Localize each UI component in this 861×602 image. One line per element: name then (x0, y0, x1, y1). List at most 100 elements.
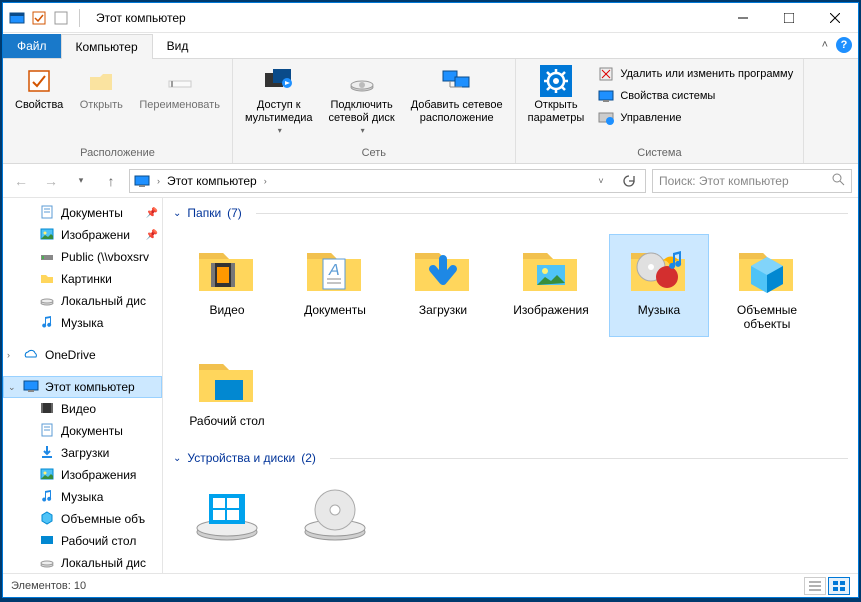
qat-new-folder-icon[interactable] (53, 10, 69, 26)
tab-file[interactable]: Файл (3, 34, 61, 58)
drives-grid (173, 469, 848, 559)
collapse-icon[interactable]: ⌄ (8, 382, 16, 393)
sidebar-item-quick[interactable]: Локальный дис (3, 290, 162, 312)
manage-icon (598, 110, 614, 126)
uninstall-program-button[interactable]: Удалить или изменить программу (594, 63, 797, 85)
folder-down-icon (407, 239, 479, 299)
group-system-title: Система (522, 145, 798, 161)
folder-item[interactable]: Объемные объекты (717, 234, 817, 337)
group-header-drives[interactable]: ⌄ Устройства и диски (2) (173, 443, 848, 469)
sidebar-item[interactable]: Рабочий стол (3, 530, 162, 552)
nav-recent-button[interactable]: ▾ (69, 169, 93, 193)
addr-root-chevron-icon[interactable]: › (154, 176, 163, 186)
rename-icon (164, 65, 196, 97)
disk-icon (39, 292, 55, 311)
net-icon (39, 248, 55, 267)
map-drive-button[interactable]: Подключить сетевой диск▾ (323, 63, 401, 137)
maximize-button[interactable] (766, 3, 812, 33)
media-icon (263, 65, 295, 97)
sidebar-item[interactable]: Документы (3, 420, 162, 442)
help-icon[interactable]: ? (836, 37, 852, 53)
qat-properties-icon[interactable] (31, 10, 47, 26)
sidebar-item[interactable]: Локальный дис (3, 552, 162, 573)
search-input[interactable]: Поиск: Этот компьютер (652, 169, 852, 193)
sidebar-item[interactable]: Музыка (3, 486, 162, 508)
sidebar-item[interactable]: Объемные объ (3, 508, 162, 530)
pic-icon (39, 466, 55, 485)
view-large-icons-button[interactable] (828, 577, 850, 595)
folder-item[interactable]: Загрузки (393, 234, 493, 337)
tab-computer[interactable]: Компьютер (61, 34, 153, 59)
drive-local[interactable] (177, 479, 277, 549)
ribbon-tabs: Файл Компьютер Вид ˄ ? (3, 33, 858, 59)
network-location-icon (441, 65, 473, 97)
folder-item[interactable]: Рабочий стол (177, 345, 277, 433)
rename-button: Переименовать (133, 63, 226, 114)
sidebar-item-onedrive[interactable]: › OneDrive (3, 344, 162, 366)
view-details-button[interactable] (804, 577, 826, 595)
drive-cd[interactable] (285, 479, 385, 549)
title-bar: Этот компьютер (3, 3, 858, 33)
sidebar-item-quick[interactable]: Public (\\vboxsrv (3, 246, 162, 268)
chevron-down-icon: ▾ (278, 126, 282, 135)
svg-text:A: A (328, 262, 340, 279)
sidebar-item[interactable]: Изображения (3, 464, 162, 486)
open-settings-button[interactable]: Открыть параметры (522, 63, 591, 126)
address-bar: ← → ▾ ↑ › Этот компьютер › ˅ Поиск: Этот… (3, 164, 858, 198)
sidebar-item-quick[interactable]: Документы📌 (3, 202, 162, 224)
folder-item[interactable]: Изображения (501, 234, 601, 337)
disk-icon (39, 554, 55, 573)
sidebar-item-quick[interactable]: Изображени📌 (3, 224, 162, 246)
folder-item[interactable]: AДокументы (285, 234, 385, 337)
sidebar-item[interactable]: Видео (3, 398, 162, 420)
sidebar-item-quick[interactable]: Музыка (3, 312, 162, 334)
folder-pic-icon (515, 239, 587, 299)
pc-icon (134, 173, 150, 189)
folder-doc-icon: A (299, 239, 371, 299)
group-network-title: Сеть (239, 145, 509, 161)
manage-button[interactable]: Управление (594, 107, 797, 129)
expand-icon[interactable]: › (7, 350, 10, 360)
3d-icon (39, 510, 55, 529)
properties-button[interactable]: Свойства (9, 63, 69, 114)
ribbon-group-network: Доступ к мультимедиа▾ Подключить сетевой… (233, 59, 516, 163)
close-button[interactable] (812, 3, 858, 33)
system-properties-button[interactable]: Свойства системы (594, 85, 797, 107)
status-item-count: Элементов: 10 (11, 580, 86, 592)
system-props-icon (598, 88, 614, 104)
group-location-title: Расположение (9, 145, 226, 161)
folder-music-icon (623, 239, 695, 299)
navigation-pane: Документы📌Изображени📌Public (\\vboxsrvКа… (3, 198, 163, 573)
add-network-location-button[interactable]: Добавить сетевое расположение (405, 63, 509, 126)
nav-forward-button[interactable]: → (39, 169, 63, 193)
sidebar-item-this-pc[interactable]: ⌄ Этот компьютер (3, 376, 162, 398)
group-header-folders[interactable]: ⌄ Папки (7) (173, 198, 848, 224)
sidebar-item[interactable]: Загрузки (3, 442, 162, 464)
ribbon-group-system: Открыть параметры Удалить или изменить п… (516, 59, 805, 163)
app-icon (9, 10, 25, 26)
chevron-down-icon: ⌄ (173, 453, 181, 464)
addr-chevron-icon[interactable]: › (261, 176, 270, 186)
doc-icon (39, 204, 55, 223)
folder-item[interactable]: Видео (177, 234, 277, 337)
tab-view[interactable]: Вид (153, 34, 203, 58)
addr-segment[interactable]: Этот компьютер (165, 174, 259, 188)
media-access-button[interactable]: Доступ к мультимедиа▾ (239, 63, 319, 137)
nav-up-button[interactable]: ↑ (99, 169, 123, 193)
folder-desk-icon (191, 350, 263, 410)
properties-icon (23, 65, 55, 97)
ribbon-collapse-icon[interactable]: ˄ (822, 39, 828, 51)
window-title: Этот компьютер (96, 11, 186, 25)
refresh-button[interactable] (617, 169, 641, 193)
minimize-button[interactable] (720, 3, 766, 33)
address-box[interactable]: › Этот компьютер › ˅ (129, 169, 646, 193)
addr-history-button[interactable]: ˅ (589, 169, 613, 193)
status-bar: Элементов: 10 (3, 573, 858, 597)
folder-item[interactable]: Музыка (609, 234, 709, 337)
desk-icon (39, 532, 55, 551)
pin-icon: 📌 (146, 208, 158, 219)
nav-back-button[interactable]: ← (9, 169, 33, 193)
sidebar-item-quick[interactable]: Картинки (3, 268, 162, 290)
settings-gear-icon (540, 65, 572, 97)
qat-separator (79, 9, 80, 27)
